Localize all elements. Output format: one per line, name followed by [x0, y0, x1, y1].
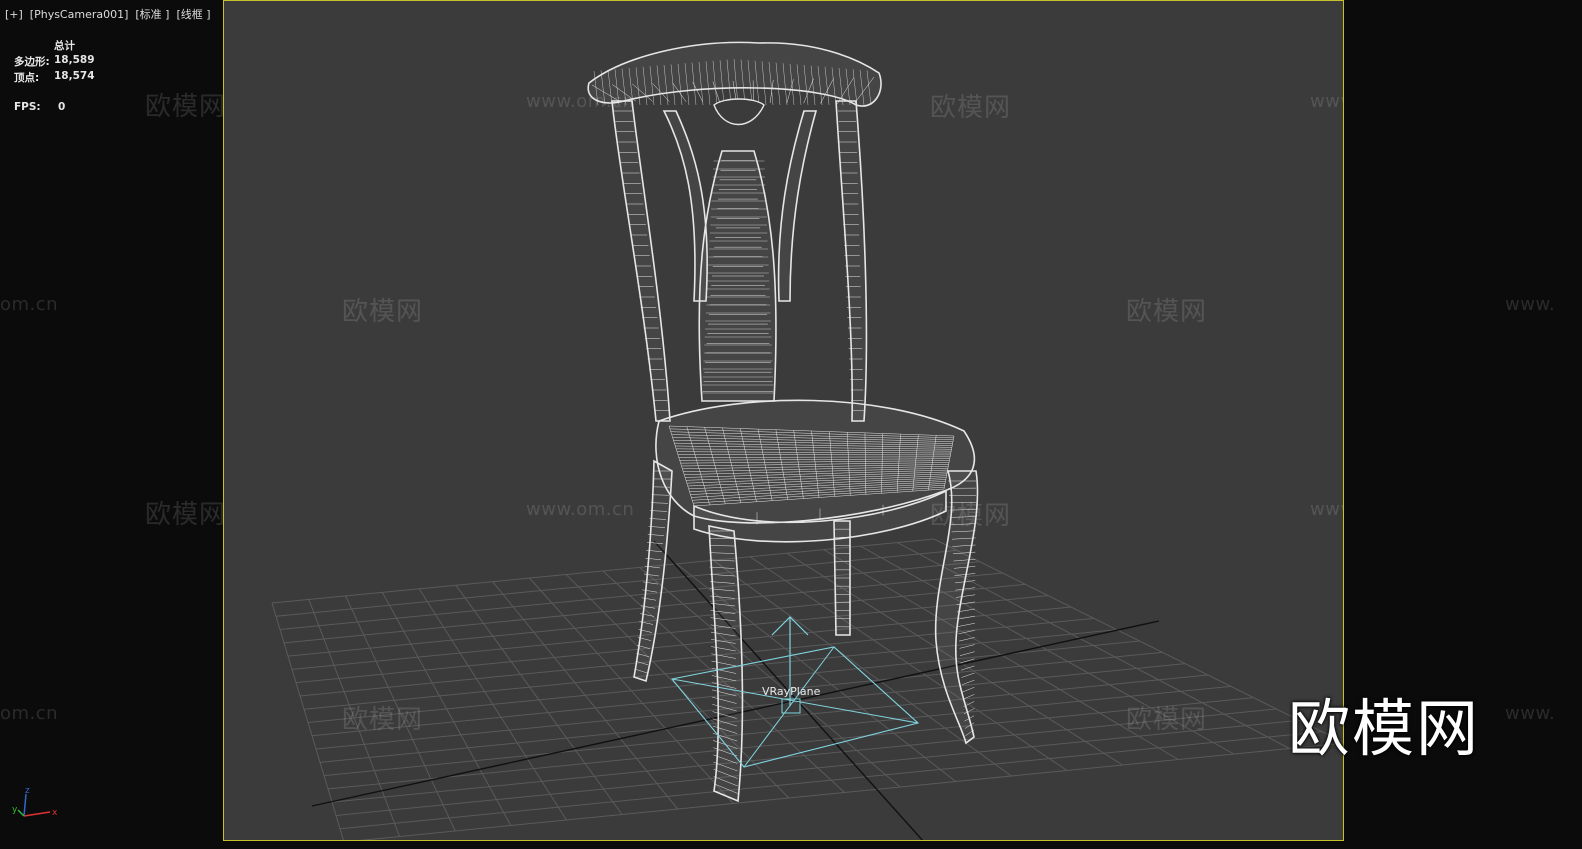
vertices-value: 18,574 — [54, 70, 95, 82]
wire-outline — [662, 110, 708, 302]
axis-y-label: y — [12, 805, 18, 815]
watermark-cn: 欧模网 — [342, 297, 424, 327]
wire-line — [958, 637, 975, 642]
brand-logo: 欧模网 — [1288, 692, 1481, 765]
polygons-label: 多边形: — [14, 56, 50, 68]
watermark-cn: 欧模网 — [1126, 297, 1208, 327]
watermark-url: om.cn — [0, 703, 59, 724]
wire-outline — [713, 98, 765, 126]
fps-label: FPS: — [14, 101, 41, 113]
wire-outline — [611, 100, 671, 422]
grid-line — [749, 556, 1068, 771]
axis-gizmo-icon: x z y — [12, 786, 58, 818]
watermark-url: www.om.cn — [1310, 499, 1343, 520]
viewport-label[interactable]: [+] [PhysCamera001] [标准 ] [线框 ] — [5, 6, 211, 22]
watermark-url: www. — [1505, 294, 1556, 315]
watermark-cn: 欧模网 — [930, 93, 1012, 123]
axis-z-label: z — [25, 786, 30, 796]
watermark-cn: 欧模网 — [930, 501, 1012, 531]
wire-line — [961, 672, 975, 678]
watermark-cn: 欧模网 — [145, 500, 227, 530]
wire-line — [960, 665, 975, 671]
wire-outline — [835, 100, 868, 422]
perspective-viewport[interactable]: VRayPlane 欧模网 www.om.cn www.om.cn 欧模网 欧模… — [223, 0, 1344, 841]
wire-line — [959, 651, 975, 656]
wire-line — [962, 686, 975, 693]
axis-x-label: x — [52, 808, 58, 818]
wire-outline — [777, 110, 818, 302]
grid-line — [315, 663, 1186, 750]
stats-header: 总计 — [54, 40, 75, 52]
watermark-url: www.om.cn — [526, 499, 635, 520]
wire-outline — [633, 459, 673, 683]
wire-line — [957, 622, 975, 627]
watermark-cn: 欧模网 — [1126, 705, 1208, 735]
watermark-cn: 欧模网 — [342, 705, 424, 735]
polygons-value: 18,589 — [54, 54, 95, 66]
grid-line — [323, 685, 1231, 777]
fps-value: 0 — [58, 101, 66, 113]
watermark-cn: 欧模网 — [145, 92, 227, 122]
vertices-label: 顶点: — [14, 72, 40, 84]
watermark-url: www. — [1505, 703, 1556, 724]
grid-line — [327, 697, 1254, 790]
watermark-url: www.om.cn — [1310, 91, 1343, 112]
watermark-url: www.om.cn — [526, 91, 635, 112]
grid-line — [823, 549, 1179, 760]
watermark-url: om.cn — [0, 294, 59, 315]
vray-plane-label: VRayPlane — [762, 685, 821, 698]
